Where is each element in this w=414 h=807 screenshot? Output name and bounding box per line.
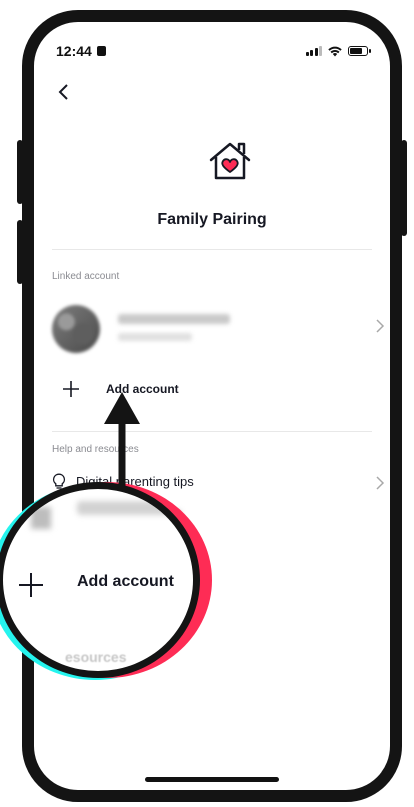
callout-faded-text: esources	[65, 649, 127, 665]
linked-account-label: Linked account	[52, 271, 120, 282]
blurred-account-name	[118, 314, 230, 324]
back-chevron-icon[interactable]	[54, 82, 74, 102]
plus-icon	[63, 381, 79, 397]
chevron-right-icon	[376, 476, 385, 490]
blurred-text	[77, 501, 177, 515]
divider	[52, 249, 372, 250]
wifi-icon	[328, 46, 342, 56]
pointer-arrow-icon	[104, 392, 140, 488]
chevron-right-icon	[376, 319, 385, 333]
house-heart-icon	[209, 142, 251, 180]
plus-icon	[19, 573, 43, 597]
callout-magnifier: Add account esources	[0, 482, 200, 678]
phone-frame: 12:44 Family Pairing Linked account Add …	[22, 10, 402, 802]
status-time: 12:44	[56, 43, 92, 59]
blurred-avatar	[31, 507, 51, 529]
screen-lock-icon	[96, 46, 106, 56]
callout-add-account-label: Add account	[77, 573, 174, 590]
status-bar: 12:44	[56, 40, 371, 62]
avatar	[52, 305, 100, 353]
blurred-account-handle	[118, 333, 192, 341]
battery-icon	[348, 46, 371, 56]
signal-icon	[305, 46, 322, 56]
page-title: Family Pairing	[157, 211, 267, 228]
home-indicator	[145, 777, 279, 782]
